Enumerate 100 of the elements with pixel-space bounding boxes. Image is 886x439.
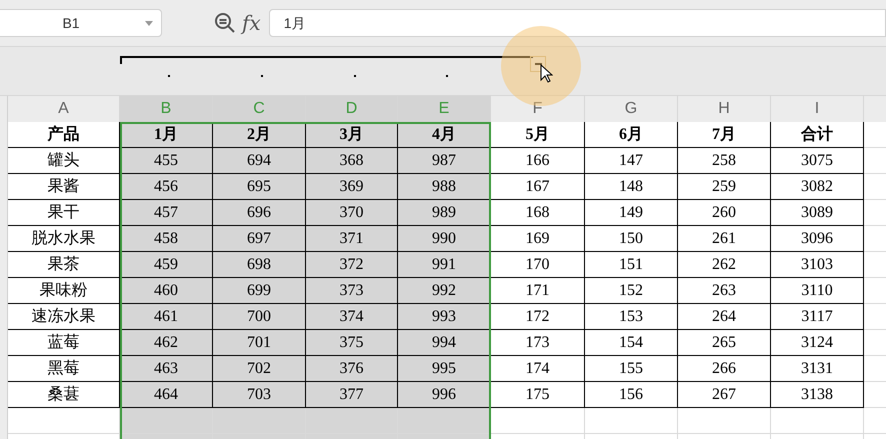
- table-cell: 696: [213, 200, 306, 226]
- table-cell: 6月: [585, 122, 678, 148]
- table-cell: 168: [491, 200, 585, 226]
- table-cell: 3131: [771, 356, 864, 382]
- zoom-out-icon[interactable]: [214, 12, 236, 34]
- table-cell: 372: [306, 252, 398, 278]
- table-cell: 3103: [771, 252, 864, 278]
- cursor-icon: [540, 64, 553, 83]
- table-cell: 992: [398, 278, 491, 304]
- table-cell: 148: [585, 174, 678, 200]
- table-cell: 156: [585, 382, 678, 408]
- table-cell: 3117: [771, 304, 864, 330]
- table-cell: 464: [120, 382, 213, 408]
- table-cell: 458: [120, 226, 213, 252]
- table-cell: 703: [213, 382, 306, 408]
- table-cell: 697: [213, 226, 306, 252]
- table-cell: 1月: [120, 122, 213, 148]
- table-cell: 5月: [491, 122, 585, 148]
- table-cell: 3124: [771, 330, 864, 356]
- table-cell: 175: [491, 382, 585, 408]
- table-cell: 153: [585, 304, 678, 330]
- table-cell: 173: [491, 330, 585, 356]
- table-cell: 993: [398, 304, 491, 330]
- table-cell: 147: [585, 148, 678, 174]
- table-cell: 455: [120, 148, 213, 174]
- caret-icon: [145, 20, 153, 26]
- table-cell: 376: [306, 356, 398, 382]
- table-cell: 7月: [678, 122, 771, 148]
- table-cell: 702: [213, 356, 306, 382]
- table-cell: 3096: [771, 226, 864, 252]
- table-cell: 264: [678, 304, 771, 330]
- table-cell: 695: [213, 174, 306, 200]
- name-box[interactable]: B1: [0, 9, 162, 37]
- table-cell: 3138: [771, 382, 864, 408]
- table-cell: 260: [678, 200, 771, 226]
- table-cell: 371: [306, 226, 398, 252]
- table-cell: 3089: [771, 200, 864, 226]
- table-cell: 370: [306, 200, 398, 226]
- table-cell: 3月: [306, 122, 398, 148]
- table-cell: 373: [306, 278, 398, 304]
- table-cell: 果酱: [8, 174, 120, 200]
- table-cell: 374: [306, 304, 398, 330]
- table-cell: 698: [213, 252, 306, 278]
- table-cell: 171: [491, 278, 585, 304]
- table-cell: 155: [585, 356, 678, 382]
- table-cell: 149: [585, 200, 678, 226]
- table-cell: 700: [213, 304, 306, 330]
- table-cell: 266: [678, 356, 771, 382]
- table-cell: 988: [398, 174, 491, 200]
- table-cell: 265: [678, 330, 771, 356]
- table-cell: 989: [398, 200, 491, 226]
- table-cell: 994: [398, 330, 491, 356]
- table-cell: 产品: [8, 122, 120, 148]
- table-cell: 3075: [771, 148, 864, 174]
- table-cell: 152: [585, 278, 678, 304]
- table-cell: 996: [398, 382, 491, 408]
- table-cell: 169: [491, 226, 585, 252]
- table-cell: 369: [306, 174, 398, 200]
- function-icon[interactable]: fx: [242, 8, 261, 38]
- table-cell: 果茶: [8, 252, 120, 278]
- table-cell: 459: [120, 252, 213, 278]
- table-cell: 151: [585, 252, 678, 278]
- formula-field[interactable]: 1月: [268, 9, 886, 37]
- table-cell: 263: [678, 278, 771, 304]
- table-cell: 701: [213, 330, 306, 356]
- table-cell: 368: [306, 148, 398, 174]
- table-cell: 259: [678, 174, 771, 200]
- table-cell: 3082: [771, 174, 864, 200]
- table-cell: 170: [491, 252, 585, 278]
- table-cell: 果干: [8, 200, 120, 226]
- table-cell: 267: [678, 382, 771, 408]
- table-cell: 167: [491, 174, 585, 200]
- table-cell: 3110: [771, 278, 864, 304]
- table-cell: 速冻水果: [8, 304, 120, 330]
- minus-icon: [534, 63, 542, 65]
- table-cell: 黑莓: [8, 356, 120, 382]
- cell-reference: B1: [61, 14, 81, 32]
- table-cell: 262: [678, 252, 771, 278]
- table-cell: 990: [398, 226, 491, 252]
- table-cell: 桑葚: [8, 382, 120, 408]
- table-cell: 375: [306, 330, 398, 356]
- table-cell: 果味粉: [8, 278, 120, 304]
- table-cell: 699: [213, 278, 306, 304]
- table-cell: 166: [491, 148, 585, 174]
- table-cell: 457: [120, 200, 213, 226]
- table-cell: 261: [678, 226, 771, 252]
- table-cell: 150: [585, 226, 678, 252]
- table-cell: 174: [491, 356, 585, 382]
- table-cell: 2月: [213, 122, 306, 148]
- table-cell: 463: [120, 356, 213, 382]
- table-cell: 蓝莓: [8, 330, 120, 356]
- table-cell: 脱水水果: [8, 226, 120, 252]
- table-cell: 罐头: [8, 148, 120, 174]
- table-cell: 258: [678, 148, 771, 174]
- table-cell: 4月: [398, 122, 491, 148]
- table-cell: 991: [398, 252, 491, 278]
- table-cell: 461: [120, 304, 213, 330]
- table-cell: 987: [398, 148, 491, 174]
- table-cell: 456: [120, 174, 213, 200]
- table-cell: 154: [585, 330, 678, 356]
